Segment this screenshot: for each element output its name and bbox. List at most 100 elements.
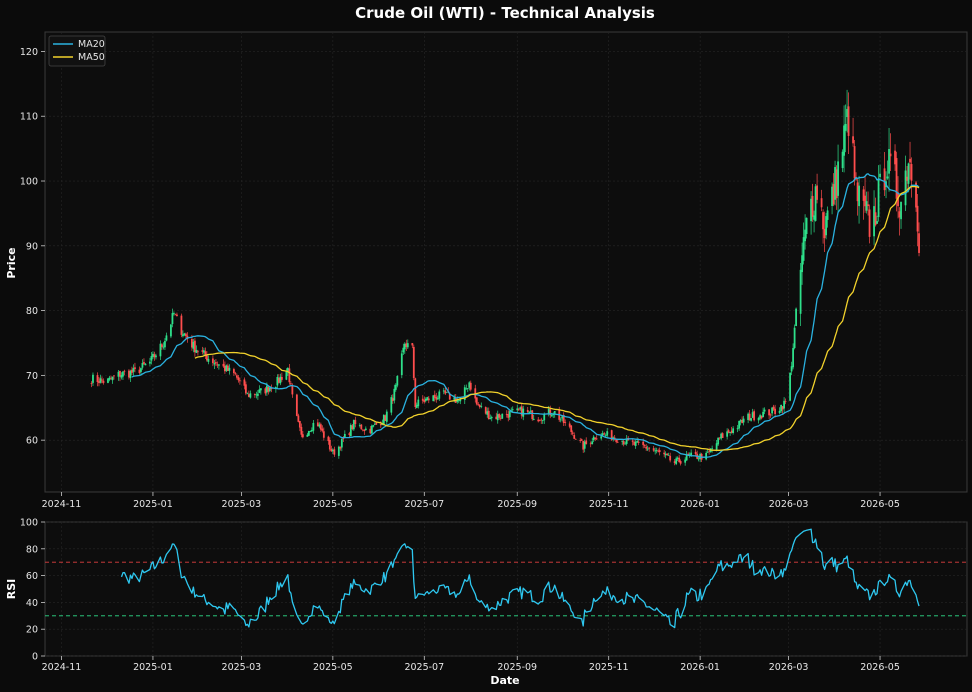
candle-body: [475, 397, 478, 405]
candle-body: [631, 440, 634, 442]
candle-body: [298, 420, 301, 428]
price-x-tick-label: 2026-01: [680, 499, 720, 510]
legend-ma20-label: MA20: [78, 39, 105, 50]
candle-body: [822, 212, 824, 230]
candle-body: [667, 454, 670, 456]
candle-body: [92, 374, 94, 383]
candle-body: [753, 411, 756, 421]
candle-body: [102, 380, 105, 383]
candle-body: [531, 410, 534, 420]
candle-body: [916, 205, 919, 232]
candle-body: [113, 375, 115, 377]
candle-body: [867, 204, 869, 206]
candle-body: [705, 452, 708, 460]
price-x-tick-label: 2025-01: [133, 499, 173, 510]
price-y-tick-label: 70: [26, 371, 38, 382]
candle-body: [762, 411, 765, 418]
candle-body: [826, 210, 829, 220]
candle-body: [328, 439, 331, 450]
price-y-tick-label: 110: [20, 112, 38, 123]
candle-body: [543, 413, 546, 421]
candle-body: [246, 392, 249, 394]
candle-body: [738, 420, 741, 429]
candle-body: [396, 375, 399, 386]
candle-body: [300, 426, 303, 435]
rsi-y-tick-label: 100: [20, 518, 38, 529]
candle-body: [528, 411, 531, 413]
candle-body: [469, 382, 472, 390]
candle-body: [176, 314, 178, 317]
price-x-tick-label: 2025-09: [497, 499, 537, 510]
candle-body: [427, 398, 430, 401]
candle-body: [301, 434, 304, 438]
date-axis-label: Date: [490, 674, 519, 687]
candle-body: [742, 418, 745, 423]
candle-body: [232, 369, 235, 374]
candle-body: [877, 179, 880, 217]
candle-body: [90, 383, 93, 384]
candle-body: [297, 415, 300, 422]
candle-body: [904, 170, 907, 206]
candle-body: [414, 378, 417, 408]
candle-body: [646, 448, 649, 450]
candle-body: [585, 440, 588, 444]
candle-body: [918, 233, 920, 253]
candle-body: [669, 455, 672, 461]
candle-body: [372, 425, 375, 427]
candle-body: [852, 136, 854, 144]
price-y-tick-label: 80: [26, 306, 38, 317]
price-x-tick-label: 2026-03: [769, 499, 809, 510]
rsi-x-tick-label: 2025-01: [133, 662, 173, 673]
candle-body: [876, 221, 878, 224]
candle-body: [637, 441, 640, 443]
candle-body: [312, 422, 315, 431]
candle-body: [522, 408, 525, 417]
candle-body: [658, 450, 661, 453]
candle-body: [886, 176, 889, 179]
legend-ma50-label: MA50: [78, 52, 105, 63]
candle-body: [795, 308, 797, 327]
candle-body: [170, 324, 172, 337]
candle-body: [679, 461, 682, 464]
candle-body: [805, 217, 808, 235]
candle-body: [784, 401, 787, 403]
candle-body: [816, 185, 818, 200]
candle-body: [289, 383, 292, 385]
candle-body: [417, 399, 420, 407]
candle-body: [909, 158, 911, 163]
candle-body: [645, 446, 648, 449]
candle-body: [879, 173, 881, 178]
candle-body: [285, 371, 288, 380]
candle-body: [501, 413, 504, 419]
candle-body: [321, 428, 324, 431]
candle-body: [853, 146, 856, 179]
candle-body: [165, 335, 168, 341]
candle-body: [490, 417, 493, 419]
candle-body: [580, 439, 583, 441]
candle-body: [750, 418, 753, 421]
price-y-tick-label: 120: [20, 47, 38, 58]
candle-body: [717, 437, 720, 445]
candle-body: [149, 361, 151, 364]
candle-body: [140, 368, 142, 372]
candle-body: [155, 355, 157, 358]
candle-body: [354, 420, 357, 425]
candle-body: [244, 384, 247, 394]
candle-body: [769, 414, 772, 416]
candle-body: [811, 195, 814, 217]
rsi-y-tick-label: 60: [26, 571, 38, 582]
candle-body: [291, 385, 294, 395]
candle-body: [706, 451, 709, 453]
candle-body: [134, 367, 136, 370]
candle-body: [375, 422, 378, 425]
candle-body: [553, 411, 556, 414]
candle-body: [571, 432, 574, 434]
candle-body: [888, 149, 890, 174]
price-x-tick-label: 2025-07: [404, 499, 444, 510]
candle-body: [144, 363, 147, 366]
candle-body: [123, 370, 126, 372]
candle-body: [511, 409, 514, 411]
candle-body: [570, 425, 573, 433]
candle-body: [907, 163, 910, 184]
candle-body: [900, 201, 902, 220]
